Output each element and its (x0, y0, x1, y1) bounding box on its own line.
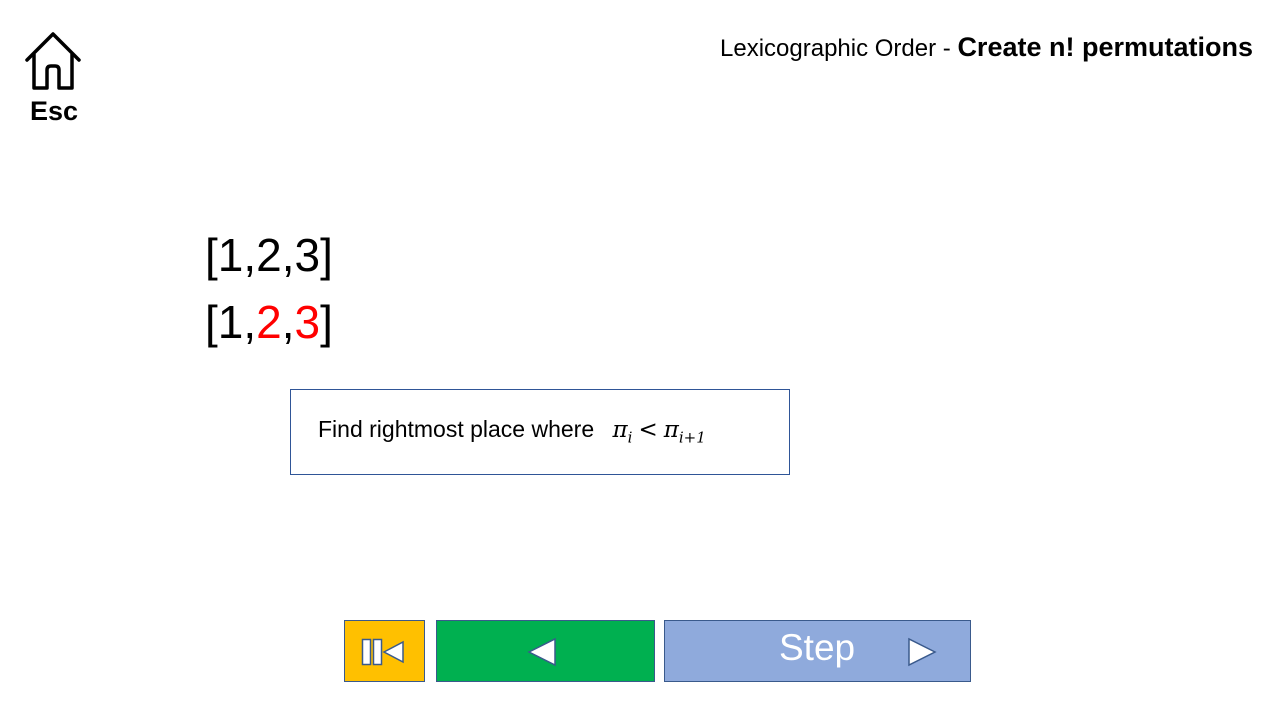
perm-element: 3 (294, 229, 321, 281)
bracket-close: ] (320, 229, 333, 281)
step-button[interactable]: Step (664, 620, 971, 682)
hint-text-line: Find rightmost place where πi < πi+1 (318, 416, 706, 447)
bracket-close: ] (320, 296, 333, 348)
step-label: Step (779, 627, 856, 668)
perm-element: 1 (217, 296, 244, 348)
bracket-open: [ (205, 229, 218, 281)
perm-element-highlighted: 2 (256, 296, 282, 348)
triangle-right-icon (908, 637, 937, 667)
less-than-operator: < (638, 417, 658, 443)
skip-to-start-icon (361, 638, 404, 666)
hint-text: Find rightmost place where (318, 416, 595, 442)
pi-symbol: π (612, 417, 628, 443)
hint-formula: πi < πi+1 (612, 417, 706, 447)
home-icon (25, 32, 81, 90)
reset-button[interactable] (344, 620, 425, 682)
esc-label: Esc (29, 96, 79, 126)
back-button[interactable] (436, 620, 655, 682)
separator: , (281, 296, 295, 348)
perm-element-highlighted: 3 (294, 296, 321, 348)
permutation-line-1: [1,2,3] (205, 232, 333, 278)
page-title: Lexicographic Order - Create n! permutat… (720, 32, 1253, 63)
perm-element: 2 (256, 229, 282, 281)
subscript-i-plus-1: i+1 (678, 428, 706, 447)
hint-box: Find rightmost place where πi < πi+1 (290, 389, 790, 475)
perm-element: 1 (217, 229, 244, 281)
home-esc-button[interactable]: Esc (20, 28, 88, 128)
pi-symbol: π (663, 417, 679, 443)
separator: , (243, 296, 257, 348)
triangle-left-icon (527, 637, 556, 667)
permutation-line-2: [1,2,3] (205, 299, 333, 345)
separator: , (281, 229, 295, 281)
bracket-open: [ (205, 296, 218, 348)
subscript-i: i (627, 428, 633, 447)
slide-stage: Esc Lexicographic Order - Create n! perm… (0, 0, 1280, 720)
separator: , (243, 229, 257, 281)
title-prefix: Lexicographic Order - (720, 35, 958, 62)
title-strong: Create n! permutations (957, 32, 1253, 62)
